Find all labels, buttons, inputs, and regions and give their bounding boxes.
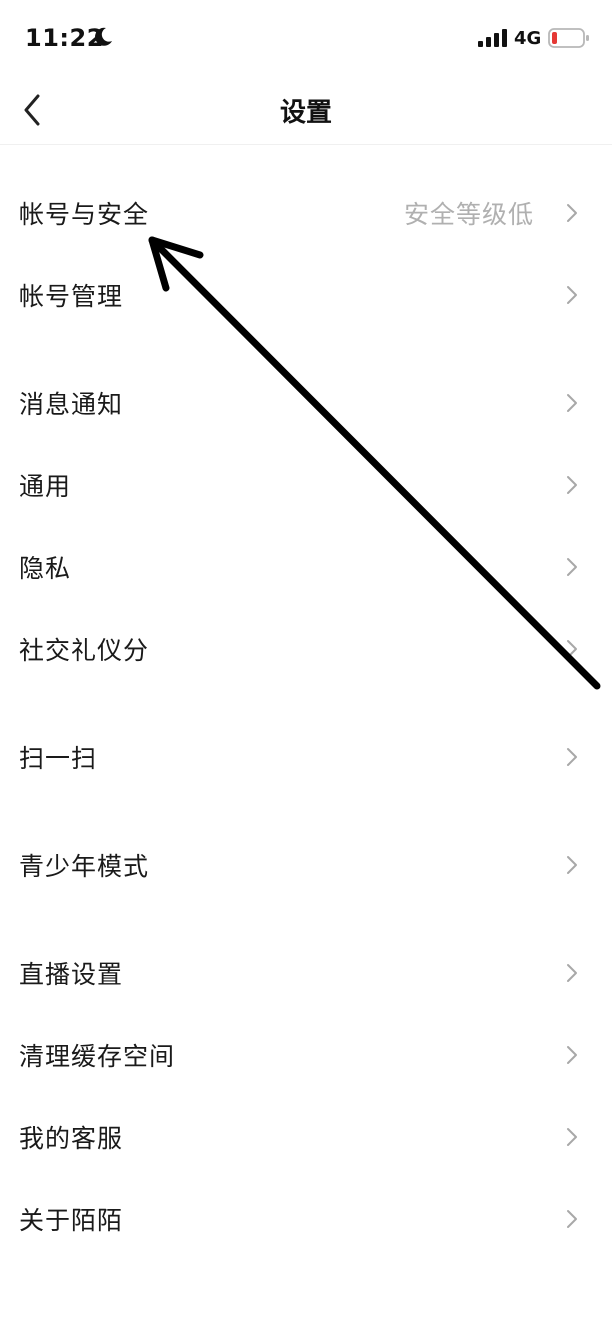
chevron-right-icon xyxy=(567,856,577,874)
settings-row-clear-cache[interactable]: 清理缓存空间 xyxy=(0,1014,612,1096)
row-label: 社交礼仪分 xyxy=(19,636,150,665)
settings-row-about[interactable]: 关于陌陌 xyxy=(0,1178,612,1260)
chevron-right-icon xyxy=(567,1210,577,1228)
chevron-right-icon xyxy=(567,394,577,412)
chevron-right-icon xyxy=(567,1128,577,1146)
row-label: 隐私 xyxy=(19,554,72,583)
settings-row-general[interactable]: 通用 xyxy=(0,444,612,526)
row-label: 帐号与安全 xyxy=(19,200,150,229)
settings-row-customer-service[interactable]: 我的客服 xyxy=(0,1096,612,1178)
chevron-right-icon xyxy=(567,640,577,658)
chevron-right-icon xyxy=(567,558,577,576)
row-label: 关于陌陌 xyxy=(19,1206,124,1235)
row-label: 我的客服 xyxy=(19,1124,124,1153)
chevron-right-icon xyxy=(567,204,577,222)
settings-row-notifications[interactable]: 消息通知 xyxy=(0,362,612,444)
settings-row-account-manage[interactable]: 帐号管理 xyxy=(0,254,612,336)
cellular-signal-icon xyxy=(478,29,507,47)
network-type-label: 4G xyxy=(514,28,542,49)
settings-list: 帐号与安全 安全等级低 帐号管理 消息通知 通用 隐私 社交礼仪分 扫一扫 青少… xyxy=(0,172,612,1260)
row-label: 扫一扫 xyxy=(19,744,98,773)
page-title: 设置 xyxy=(279,98,332,128)
security-level-value: 安全等级低 xyxy=(403,200,534,229)
status-bar: 11:22 4G xyxy=(0,0,612,76)
settings-row-teen-mode[interactable]: 青少年模式 xyxy=(0,824,612,906)
row-label: 通用 xyxy=(19,472,72,501)
settings-row-social-score[interactable]: 社交礼仪分 xyxy=(0,608,612,690)
nav-bar: 设置 xyxy=(0,76,612,145)
battery-low-icon xyxy=(548,28,589,48)
chevron-right-icon xyxy=(567,1046,577,1064)
settings-row-live-settings[interactable]: 直播设置 xyxy=(0,932,612,1014)
settings-row-privacy[interactable]: 隐私 xyxy=(0,526,612,608)
settings-row-scan[interactable]: 扫一扫 xyxy=(0,716,612,798)
moon-icon xyxy=(95,27,112,46)
row-label: 消息通知 xyxy=(19,390,124,419)
chevron-right-icon xyxy=(567,964,577,982)
chevron-right-icon xyxy=(567,286,577,304)
chevron-right-icon xyxy=(567,748,577,766)
row-label: 清理缓存空间 xyxy=(19,1042,176,1071)
chevron-right-icon xyxy=(567,476,577,494)
row-label: 青少年模式 xyxy=(19,852,150,881)
settings-row-account-security[interactable]: 帐号与安全 安全等级低 xyxy=(0,172,612,254)
row-label: 直播设置 xyxy=(19,960,124,989)
row-label: 帐号管理 xyxy=(19,282,124,311)
